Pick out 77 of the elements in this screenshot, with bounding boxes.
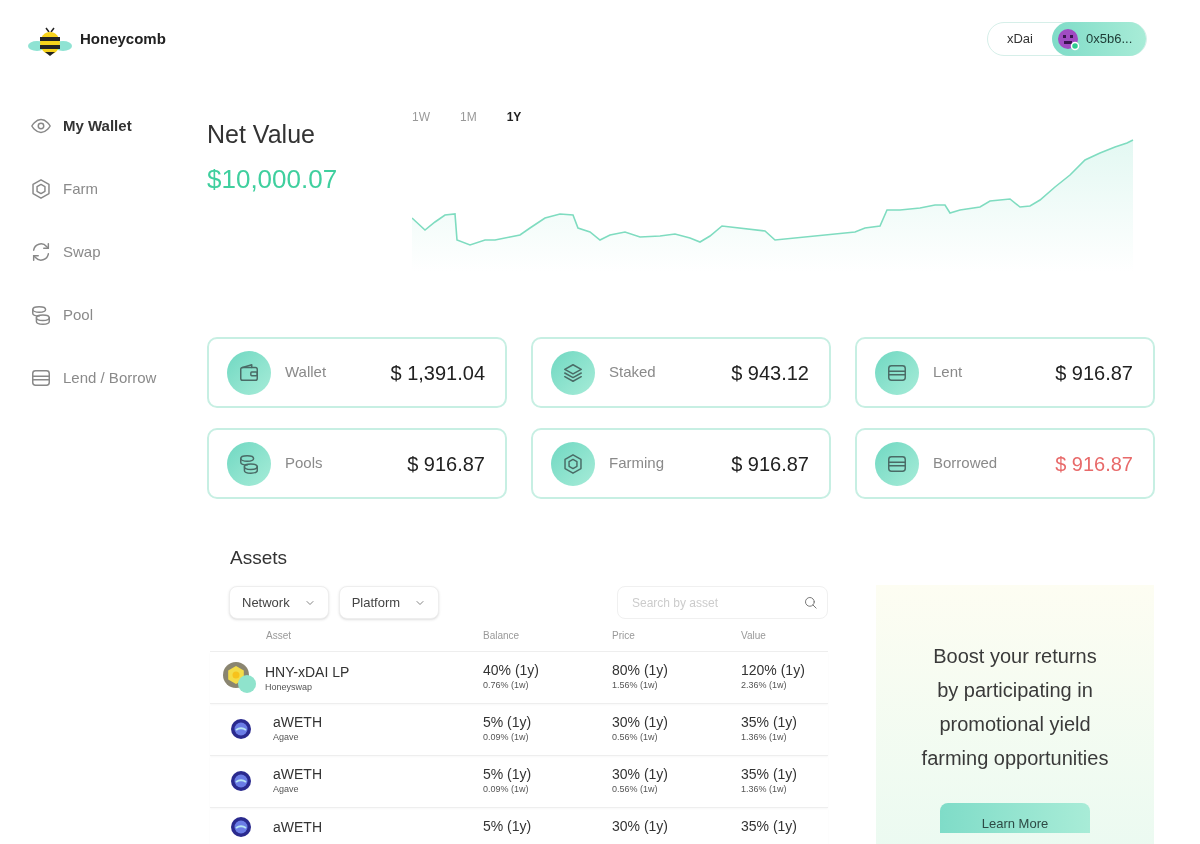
table-cell-text: 1.56% (1w) bbox=[612, 679, 659, 692]
table-cell-text: 1.36% (1w) bbox=[741, 731, 788, 744]
card-value: $ 916.87 bbox=[407, 451, 485, 477]
net-value-amount: $10,000.07 bbox=[207, 162, 338, 196]
asset-name: aWETH bbox=[273, 818, 322, 836]
brand-name: Honeycomb bbox=[80, 28, 166, 49]
sidebar-item[interactable]: Swap bbox=[30, 239, 157, 265]
network-label: xDai bbox=[1006, 30, 1034, 49]
column-header: Price bbox=[612, 629, 636, 643]
card-label: Borrowed bbox=[933, 453, 998, 474]
table-cell-text: 0.09% (1w) bbox=[483, 731, 530, 744]
table-cell-text: 5% (1y) bbox=[483, 765, 533, 783]
asset-platform: Honeyswap bbox=[265, 681, 314, 695]
asset-row[interactable]: HNY-xDAI LP Honeyswap 40% (1y) 0.76% (1w) 80% (1y) 1.56% (1w) 120% (1y) 2.36% (1w) bbox=[210, 652, 828, 704]
table-cell-text: 35% (1y) bbox=[741, 765, 799, 783]
table-cell-text: 35% (1y) bbox=[741, 713, 799, 731]
column-header: Asset bbox=[265, 629, 292, 643]
asset-platform: Agave bbox=[273, 731, 300, 744]
card-value: $ 916.87 bbox=[731, 451, 809, 477]
column-header: Value bbox=[741, 629, 767, 643]
section-title: Net Value bbox=[207, 119, 316, 150]
card-icon bbox=[30, 367, 52, 389]
table-cell-text: 5% (1y) bbox=[483, 817, 533, 835]
learn-more-button[interactable]: Learn More bbox=[940, 803, 1090, 833]
table-cell-text: 40% (1y) bbox=[483, 661, 541, 679]
address-button[interactable]: 0x5b6... bbox=[1052, 22, 1146, 56]
asset-name: HNY-xDAI LP bbox=[265, 663, 350, 682]
table-cell-text: 0.09% (1w) bbox=[483, 783, 530, 796]
promo-text: Boost your returns by participating in promotional yield farming opportunities bbox=[921, 644, 1109, 771]
sidebar-item[interactable]: My Wallet bbox=[30, 113, 157, 139]
card-value: $ 943.12 bbox=[731, 360, 809, 386]
asset-name: aWETH bbox=[273, 713, 322, 731]
search-icon bbox=[803, 595, 818, 610]
card-value: $ 916.87 bbox=[1055, 360, 1133, 386]
table-cell-text: 1.36% (1w) bbox=[741, 783, 788, 796]
card-value: $ 916.87 bbox=[1055, 451, 1133, 477]
table-cell-text: 2.36% (1w) bbox=[741, 679, 788, 692]
account-pill[interactable]: xDai 0x5b6... bbox=[987, 22, 1147, 56]
hexagon-icon bbox=[30, 178, 52, 200]
asset-name: aWETH bbox=[273, 765, 322, 783]
range-tab[interactable]: 1Y bbox=[506, 108, 522, 126]
filter-dropdown[interactable]: Network bbox=[229, 586, 329, 619]
layers-icon bbox=[562, 361, 584, 384]
section-title: Assets bbox=[230, 546, 288, 570]
card-label: Lent bbox=[933, 362, 963, 383]
token-icon bbox=[231, 718, 251, 739]
table-cell-text: 0.56% (1w) bbox=[612, 731, 659, 744]
asset-row[interactable]: aWETH 5% (1y) 30% (1y) 35% (1y) bbox=[210, 808, 828, 844]
table-cell-text: 30% (1y) bbox=[612, 817, 670, 835]
table-cell-text: 35% (1y) bbox=[741, 817, 799, 835]
card-label: Wallet bbox=[285, 362, 327, 383]
table-cell-text: 0.76% (1w) bbox=[483, 679, 530, 692]
table-cell-text: 5% (1y) bbox=[483, 713, 533, 731]
table-cell-text: 80% (1y) bbox=[612, 661, 670, 679]
wallet-icon bbox=[238, 361, 260, 384]
column-header: Balance bbox=[483, 629, 521, 643]
avatar-icon bbox=[1056, 27, 1080, 51]
table-cell-text: 120% (1y) bbox=[741, 661, 806, 679]
card-label: Staked bbox=[609, 362, 656, 383]
token-icon bbox=[231, 770, 251, 791]
asset-row[interactable]: aWETH Agave 5% (1y) 0.09% (1w) 30% (1y) 0.56% (1w) 35% (1y) 1.36% (1w) bbox=[210, 704, 828, 756]
asset-platform: Agave bbox=[273, 783, 300, 796]
filter-dropdown[interactable]: Platform bbox=[338, 586, 440, 619]
table-cell-text: 0.56% (1w) bbox=[612, 783, 659, 796]
token-icon bbox=[231, 817, 251, 837]
table-cell-text: 30% (1y) bbox=[612, 713, 670, 731]
card-value: $ 1,391.04 bbox=[390, 360, 485, 386]
table-cell-text: 30% (1y) bbox=[612, 765, 670, 783]
card-label: Pools bbox=[285, 453, 323, 474]
hexagon-icon bbox=[562, 452, 584, 475]
swap-icon bbox=[30, 241, 52, 263]
coins-icon bbox=[30, 304, 52, 326]
coins-icon bbox=[238, 452, 260, 475]
sidebar-item[interactable]: Farm bbox=[30, 176, 157, 202]
card-label: Farming bbox=[609, 453, 664, 474]
sidebar-item[interactable]: Lend / Borrow bbox=[30, 365, 157, 391]
asset-row[interactable]: aWETH Agave 5% (1y) 0.09% (1w) 30% (1y) 0.56% (1w) 35% (1y) 1.36% (1w) bbox=[210, 756, 828, 808]
